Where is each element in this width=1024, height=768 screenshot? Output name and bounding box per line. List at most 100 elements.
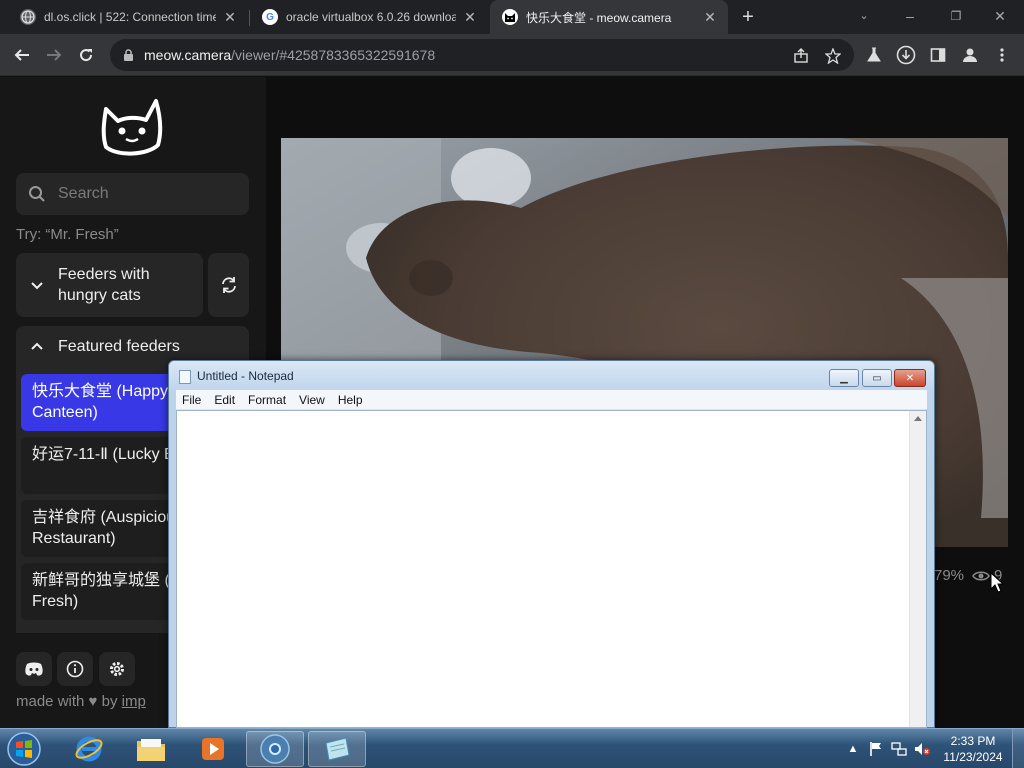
notepad-titlebar[interactable]: Untitled - Notepad ▁ ▭ ✕ (169, 361, 934, 391)
search-hint: Try: “Mr. Fresh” (16, 226, 119, 243)
close-tab-icon[interactable]: ✕ (702, 9, 718, 26)
network-icon[interactable] (890, 740, 908, 758)
taskbar-internet-explorer[interactable] (60, 731, 118, 767)
media-player-icon (202, 738, 224, 760)
by-text: by (101, 693, 118, 710)
info-icon (66, 660, 84, 678)
address-bar[interactable]: meow.camera/viewer/#4258783365322591678 (110, 39, 854, 71)
browser-toolbar: meow.camera/viewer/#4258783365322591678 (0, 34, 1024, 76)
google-icon: G (262, 9, 278, 25)
chevron-up-icon (31, 342, 43, 350)
settings-button[interactable] (99, 652, 135, 686)
taskbar-clock[interactable]: 2:33 PM 11/23/2024 (938, 733, 1008, 765)
forward-button[interactable] (42, 43, 66, 67)
search-input[interactable] (58, 185, 238, 203)
show-hidden-icons-icon[interactable]: ▲ (844, 740, 862, 758)
back-button[interactable] (10, 43, 34, 67)
notepad-icon (325, 737, 350, 761)
menu-kebab-icon[interactable] (992, 45, 1012, 65)
taskbar-notepad[interactable] (308, 731, 366, 767)
tab-search-icon[interactable]: ⌄ (842, 3, 886, 29)
notepad-close-button[interactable]: ✕ (894, 369, 926, 387)
close-tab-icon[interactable]: ✕ (222, 9, 238, 26)
notepad-document-icon (179, 370, 191, 384)
reload-button[interactable] (74, 43, 98, 67)
menu-help[interactable]: Help (338, 393, 363, 407)
tab-dl-os-click[interactable]: dl.os.click | 522: Connection time ✕ (8, 0, 248, 34)
internet-explorer-icon (75, 736, 103, 762)
search-box[interactable] (16, 173, 249, 215)
labs-flask-icon[interactable] (864, 45, 884, 65)
windows-start-orb-icon (7, 732, 41, 766)
notepad-vertical-scrollbar[interactable] (909, 411, 926, 727)
back-arrow-icon (14, 49, 29, 61)
menu-edit[interactable]: Edit (214, 393, 235, 407)
reload-icon (80, 49, 93, 62)
restore-window-button[interactable]: ❐ (934, 3, 978, 29)
mouse-cursor-icon (990, 572, 1004, 593)
download-icon[interactable] (896, 45, 916, 65)
info-button[interactable] (57, 652, 93, 686)
file-explorer-icon (137, 739, 165, 761)
notepad-menubar: File Edit Format View Help (176, 390, 927, 410)
tab-title: dl.os.click | 522: Connection time (44, 10, 216, 24)
start-button[interactable] (4, 730, 44, 768)
menu-view[interactable]: View (299, 393, 325, 407)
url-path: /viewer/#4258783365322591678 (231, 47, 436, 63)
taskbar-file-explorer[interactable] (122, 731, 180, 767)
tab-oracle-virtualbox[interactable]: G oracle virtualbox 6.0.26 downloa ✕ (250, 0, 488, 34)
feeders-with-hungry-cats-toggle[interactable]: Feeders with hungry cats (16, 253, 203, 317)
browser-tab-strip: dl.os.click | 522: Connection time ✕ G o… (0, 0, 1024, 34)
footer-credit: made with ♥ by imp (16, 693, 146, 710)
heart-icon: ♥ (88, 693, 98, 710)
refresh-icon (221, 277, 236, 293)
notepad-minimize-button[interactable]: ▁ (829, 369, 859, 387)
close-tab-icon[interactable]: ✕ (462, 9, 478, 26)
meow-camera-logo-icon[interactable] (98, 95, 168, 157)
tab-title: oracle virtualbox 6.0.26 downloa (286, 10, 456, 24)
discord-icon (25, 662, 43, 676)
made-with-text: made with (16, 693, 85, 710)
refresh-button[interactable] (208, 253, 249, 317)
menu-format[interactable]: Format (248, 393, 286, 407)
discord-button[interactable] (16, 652, 52, 686)
tab-title: 快乐大食堂 - meow.camera (526, 10, 672, 25)
action-center-flag-icon[interactable] (867, 740, 885, 758)
gear-icon (110, 662, 124, 676)
lock-icon (122, 48, 134, 62)
author-link[interactable]: imp (122, 693, 146, 710)
share-icon[interactable] (792, 47, 810, 65)
tab-meow-camera[interactable]: 快乐大食堂 - meow.camera ✕ (490, 0, 728, 34)
search-icon (29, 186, 45, 202)
show-desktop-button[interactable] (1012, 729, 1024, 768)
stream-percent: 79% (934, 567, 965, 584)
scroll-up-arrow-icon[interactable] (914, 416, 922, 421)
cat-logo-icon (502, 9, 518, 25)
forward-arrow-icon (47, 49, 62, 61)
profile-icon[interactable] (960, 45, 980, 65)
notepad-window: Untitled - Notepad ▁ ▭ ✕ File Edit Forma… (168, 360, 935, 728)
notepad-maximize-button[interactable]: ▭ (862, 369, 892, 387)
new-tab-button[interactable]: + (736, 4, 760, 30)
globe-icon (20, 9, 36, 25)
feeders-with-hungry-cats-label: Feeders with hungry cats (58, 266, 150, 304)
taskbar-media-player[interactable] (184, 731, 242, 767)
notepad-title: Untitled - Notepad (197, 369, 294, 383)
url-host: meow.camera (144, 47, 232, 63)
notepad-text-area[interactable] (177, 411, 910, 727)
clock-time: 2:33 PM (950, 734, 996, 748)
eye-icon (972, 569, 990, 583)
clock-date: 11/23/2024 (943, 750, 1003, 764)
close-window-button[interactable]: ✕ (978, 3, 1022, 29)
side-panel-icon[interactable] (928, 45, 948, 65)
system-tray: ▲ (844, 729, 936, 768)
notepad-editor (176, 410, 927, 728)
featured-feeders-label: Featured feeders (58, 338, 180, 355)
volume-muted-icon[interactable] (913, 740, 931, 758)
menu-file[interactable]: File (182, 393, 201, 407)
minimize-window-button[interactable]: – (888, 3, 932, 29)
chevron-down-icon (31, 282, 43, 290)
taskbar-chrome[interactable] (246, 731, 304, 767)
bookmark-star-icon[interactable] (824, 47, 842, 65)
chrome-icon (260, 734, 290, 764)
